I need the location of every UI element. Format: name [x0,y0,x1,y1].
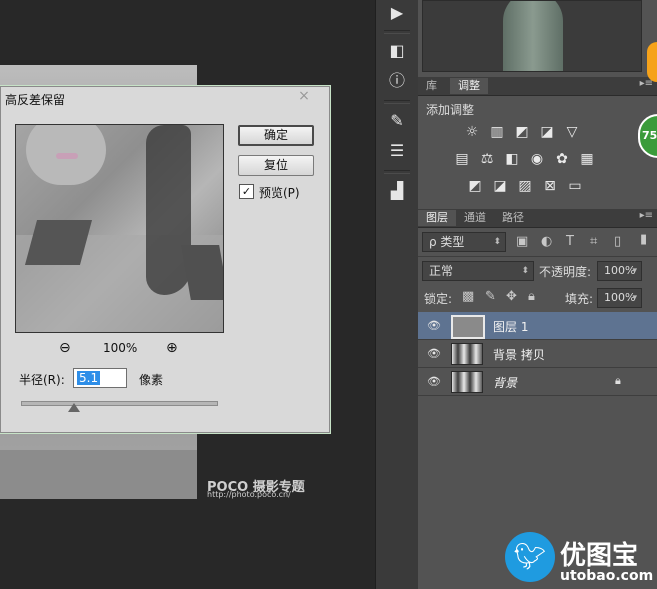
ok-button[interactable]: 确定 [238,125,314,146]
levels-icon[interactable]: ▥ [488,123,506,141]
exposure-icon[interactable]: ◪ [538,123,556,141]
color-lookup-icon[interactable]: ▦ [578,150,596,168]
layer-name[interactable]: 背景 [493,374,517,391]
lock-all-icon[interactable]: 🔒︎ [528,289,535,304]
tab-layers[interactable]: 图层 [418,210,456,226]
layer-row[interactable]: 👁︎ 背景 拷贝 [418,340,657,368]
adjust-title: 添加调整 [426,103,475,117]
histogram [422,0,642,72]
layer-name[interactable]: 背景 拷贝 [493,346,545,363]
reset-button[interactable]: 复位 [238,155,314,176]
threshold-icon[interactable]: ▨ [516,177,534,195]
layer-filter-row: ρ 类型 ⬍ ▣ ◐ T ⌗ ▯ ▮ [418,228,657,257]
photo-filter-icon[interactable]: ◉ [528,150,546,168]
brand-url: utobao.com [560,568,654,584]
invert-icon[interactable]: ◩ [466,177,484,195]
layer-thumbnail [451,315,485,339]
filter-toggle-icon[interactable]: ▮ [640,232,647,247]
tab-paths[interactable]: 路径 [494,210,532,226]
clone-source-icon[interactable]: ▟ [384,180,410,202]
info-icon[interactable]: ⓘ [384,70,410,92]
filter-adjustment-icon[interactable]: ◐ [541,234,552,249]
posterize-icon[interactable]: ◪ [491,177,509,195]
fill-label: 填充: [565,292,594,306]
radius-input[interactable]: 5.1 [73,368,127,388]
color-balance-icon[interactable]: ⚖ [478,150,496,168]
filter-type-icon[interactable]: T [566,234,574,249]
zoom-out-icon[interactable]: ⊖ [59,340,71,356]
preview-label[interactable]: 预览(P) [259,184,300,201]
lock-row: 锁定: ▩ ✎ ✥ 🔒︎ 填充: 100% ▾ [418,284,657,313]
opacity-label: 不透明度: [539,265,592,279]
visibility-eye-icon[interactable]: 👁︎ [427,375,441,388]
filter-pixel-icon[interactable]: ▣ [516,234,528,249]
fill-input[interactable]: 100% ▾ [597,288,642,308]
filter-smart-object-icon[interactable]: ▯ [614,234,621,249]
high-pass-dialog: 高反差保留 × 确定 复位 ✓ 预览(P) ⊖ 100% ⊕ 半径(R): 5.… [0,86,330,433]
play-icon[interactable]: ▶ [384,2,410,24]
layer-filter-value: ρ 类型 [429,235,465,249]
brush-settings-icon[interactable]: ☰ [384,140,410,162]
radius-slider-thumb[interactable] [67,403,80,412]
visibility-eye-icon[interactable]: 👁︎ [427,319,441,332]
right-panels: 库 调整 ▸≡ 添加调整 ☼ ▥ ◩ ◪ ▽ ▤ ⚖ ◧ ◉ ✿ ▦ ◩ ◪ ▨… [418,0,657,589]
adjust-tabbar: 库 调整 ▸≡ [418,77,657,96]
lock-transparent-icon[interactable]: ▩ [462,289,474,304]
radius-unit: 像素 [139,373,164,387]
close-icon[interactable]: × [297,89,311,103]
opacity-value: 100% [604,264,636,277]
opacity-input[interactable]: 100% ▾ [597,261,642,281]
properties-icon[interactable]: ◧ [384,40,410,62]
brand-name: 优图宝 [560,541,639,571]
layer-filter-select[interactable]: ρ 类型 ⬍ [422,232,506,252]
channel-mixer-icon[interactable]: ✿ [553,150,571,168]
filter-shape-icon[interactable]: ⌗ [590,234,597,249]
zoom-level: 100% [103,341,138,355]
tool-divider [384,100,410,104]
preview-checkbox[interactable]: ✓ [239,184,254,199]
radius-slider[interactable] [21,401,218,406]
lock-position-icon[interactable]: ✥ [506,289,517,304]
tool-divider [384,30,410,34]
layer-row[interactable]: 👁︎ 背景 🔒︎ [418,368,657,396]
lock-label: 锁定: [424,292,453,306]
filter-preview[interactable] [15,124,224,333]
hue-saturation-icon[interactable]: ▤ [453,150,471,168]
zoom-in-icon[interactable]: ⊕ [166,340,178,356]
panel-menu-icon[interactable]: ▸≡ [640,210,653,221]
brush-icon[interactable]: ✎ [384,110,410,132]
gradient-map-icon[interactable]: ▭ [566,177,584,195]
blend-mode-select[interactable]: 正常 ⬍ [422,261,534,281]
tab-adjustments[interactable]: 调整 [450,78,488,94]
selective-color-icon[interactable]: ⊠ [541,177,559,195]
black-white-icon[interactable]: ◧ [503,150,521,168]
blend-mode-value: 正常 [429,264,454,278]
layer-row[interactable]: 👁︎ 图层 1 [418,312,657,340]
fill-value: 100% [604,291,636,304]
radius-label: 半径(R): [19,373,65,387]
layer-thumbnail [451,371,483,393]
lock-paint-icon[interactable]: ✎ [485,289,496,304]
bird-logo-icon: 🐦︎ [505,532,555,582]
visibility-eye-icon[interactable]: 👁︎ [427,347,441,360]
radius-value: 5.1 [77,371,101,385]
tab-library[interactable]: 库 [418,78,445,94]
dialog-title: 高反差保留 [5,93,66,107]
blend-row: 正常 ⬍ 不透明度: 100% ▾ [418,257,657,286]
layer-thumbnail [451,343,483,365]
tool-divider [384,170,410,174]
brightness-icon[interactable]: ☼ [463,123,481,141]
poco-watermark-url: http://photo.poco.cn/ [207,490,291,499]
lock-icon: 🔒︎ [615,374,621,387]
tab-channels[interactable]: 通道 [456,210,494,226]
vibrance-icon[interactable]: ▽ [563,123,581,141]
curves-icon[interactable]: ◩ [513,123,531,141]
panel-tool-strip: ▶ ◧ ⓘ ✎ ☰ ▟ [375,0,419,589]
layer-name[interactable]: 图层 1 [493,318,528,335]
orange-badge [647,42,657,82]
layers-tabbar: 图层 通道 路径 ▸≡ [418,209,657,228]
